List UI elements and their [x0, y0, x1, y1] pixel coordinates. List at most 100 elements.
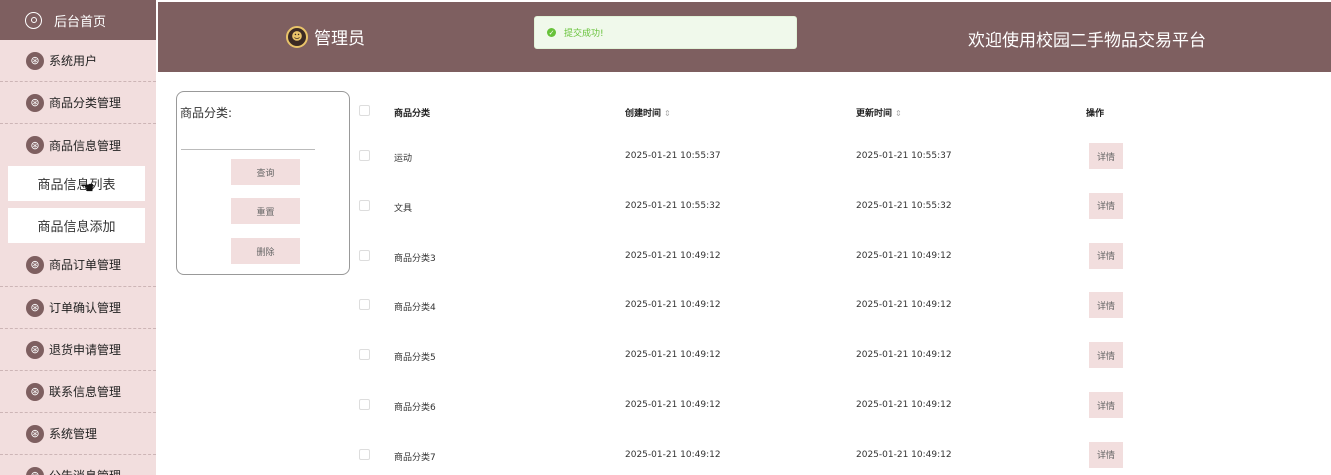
sidebar-item-category-management[interactable]: ⊛ 商品分类管理 — [0, 82, 156, 124]
menu-icon: ⊛ — [26, 255, 44, 274]
sort-icon[interactable]: ⇕ — [895, 109, 902, 118]
cell-category: 文具 — [394, 203, 413, 214]
sidebar-item-label: 系统管理 — [49, 427, 98, 441]
cell-updated: 2025-01-21 10:49:12 — [856, 350, 952, 361]
sidebar-item-order-management[interactable]: ⊛ 商品订单管理 — [0, 243, 156, 287]
sidebar-item-return-request[interactable]: ⊛ 退货申请管理 — [0, 329, 156, 371]
cell-updated: 2025-01-21 10:49:12 — [856, 400, 952, 410]
category-search-input[interactable] — [181, 128, 315, 150]
column-header-actions: 操作 — [1086, 109, 1105, 119]
detail-button[interactable]: 详情 — [1089, 342, 1123, 369]
cell-created: 2025-01-21 10:55:37 — [625, 151, 721, 161]
row-checkbox[interactable] — [359, 199, 370, 211]
sidebar: 后台首页 ⊛ 系统用户 ⊛ 商品分类管理 ⊛ 商品信息管理 商品信息列表 商品信… — [0, 0, 156, 475]
home-icon — [25, 11, 42, 29]
sidebar-item-label: 系统用户 — [49, 54, 98, 68]
row-checkbox[interactable] — [359, 448, 370, 460]
column-header-created-label: 创建时间 — [625, 109, 662, 119]
cell-category: 商品分类4 — [394, 303, 436, 314]
row-checkbox[interactable] — [359, 249, 370, 261]
detail-button[interactable]: 详情 — [1089, 441, 1123, 468]
sidebar-home[interactable]: 后台首页 — [0, 0, 156, 40]
table-row: 商品分类3 2025-01-21 10:49:12 2025-01-21 10:49… — [352, 234, 1322, 278]
site-welcome-title: 欢迎使用校园二手物品交易平台 — [968, 31, 1206, 51]
column-header-updated-label: 更新时间 — [856, 109, 893, 119]
sidebar-item-contact-info[interactable]: ⊛ 联系信息管理 — [0, 371, 156, 413]
row-checkbox[interactable] — [359, 349, 370, 361]
toast-text: 提交成功! — [564, 29, 604, 39]
delete-button[interactable]: 删除 — [231, 238, 300, 264]
sidebar-item-announcement[interactable]: ⊛ 公告消息管理 — [0, 455, 156, 475]
sidebar-item-order-confirm[interactable]: ⊛ 订单确认管理 — [0, 287, 156, 329]
menu-icon: ⊛ — [26, 298, 44, 317]
success-toast: ✓ 提交成功! — [534, 16, 797, 49]
sidebar-item-system-management[interactable]: ⊛ 系统管理 — [0, 413, 156, 455]
table-row: 商品分类7 2025-01-21 10:49:12 2025-01-21 10:49… — [352, 433, 1322, 475]
cell-created: 2025-01-21 10:49:12 — [625, 300, 721, 311]
menu-icon: ⊛ — [26, 466, 44, 475]
menu-icon: ⊛ — [26, 340, 44, 359]
column-header-updated[interactable]: 更新时间 ⇕ — [856, 106, 902, 119]
row-checkbox[interactable] — [359, 399, 370, 410]
category-search-label: 商品分类: — [180, 106, 233, 120]
cell-created: 2025-01-21 10:55:32 — [625, 200, 721, 211]
cell-created: 2025-01-21 10:49:12 — [625, 449, 721, 460]
query-button[interactable]: 查询 — [231, 159, 300, 185]
select-all-checkbox[interactable] — [359, 105, 370, 116]
menu-icon: ⊛ — [26, 51, 44, 70]
sidebar-item-label: 商品分类管理 — [49, 96, 122, 110]
table-row: 商品分类6 2025-01-21 10:49:12 2025-01-21 10:49… — [352, 383, 1322, 427]
cell-created: 2025-01-21 10:49:12 — [625, 250, 721, 261]
table-row: 商品分类4 2025-01-21 10:49:12 2025-01-21 10:49… — [352, 283, 1322, 327]
row-checkbox[interactable] — [359, 150, 370, 161]
sort-icon[interactable]: ⇕ — [664, 109, 671, 118]
cell-category: 商品分类6 — [394, 403, 436, 413]
cell-updated: 2025-01-21 10:49:12 — [856, 449, 952, 460]
admin-info: ☻ 管理员 — [286, 24, 365, 49]
menu-icon: ⊛ — [26, 424, 44, 443]
menu-icon: ⊛ — [26, 136, 44, 154]
sidebar-item-product-management[interactable]: ⊛ 商品信息管理 — [0, 124, 156, 166]
detail-button[interactable]: 详情 — [1089, 292, 1123, 319]
cell-category: 商品分类5 — [394, 353, 436, 364]
table-row: 商品分类5 2025-01-21 10:49:12 2025-01-21 10:49… — [352, 333, 1322, 377]
cell-updated: 2025-01-21 10:49:12 — [856, 250, 952, 261]
sidebar-item-label: 公告消息管理 — [49, 467, 121, 475]
product-submenu: 商品信息列表 商品信息添加 — [0, 166, 156, 243]
sidebar-item-label: 退货申请管理 — [49, 343, 122, 357]
check-circle-icon: ✓ — [547, 28, 556, 37]
table-row: 文具 2025-01-21 10:55:32 2025-01-21 10:55:32… — [352, 184, 1322, 228]
cell-updated: 2025-01-21 10:55:37 — [856, 151, 952, 161]
row-checkbox[interactable] — [359, 299, 370, 311]
hand-cursor-icon: ☚ — [80, 178, 95, 197]
detail-button[interactable]: 详情 — [1089, 192, 1123, 219]
sidebar-subitem-product-add[interactable]: 商品信息添加 — [8, 208, 145, 243]
cell-updated: 2025-01-21 10:55:32 — [856, 200, 952, 211]
cell-category: 商品分类7 — [394, 452, 436, 463]
sidebar-item-label: 商品订单管理 — [49, 258, 122, 272]
table-row: 运动 2025-01-21 10:55:37 2025-01-21 10:55:37… — [352, 134, 1322, 178]
sidebar-item-label: 联系信息管理 — [49, 385, 122, 399]
menu-icon: ⊛ — [26, 382, 44, 401]
admin-label: 管理员 — [314, 29, 365, 49]
cell-updated: 2025-01-21 10:49:12 — [856, 300, 952, 311]
menu-icon: ⊛ — [26, 93, 44, 112]
sidebar-subitem-product-list[interactable]: 商品信息列表 — [8, 166, 145, 201]
cell-category: 商品分类3 — [394, 253, 436, 264]
cell-created: 2025-01-21 10:49:12 — [625, 350, 721, 361]
reset-button[interactable]: 重置 — [231, 198, 300, 224]
detail-button[interactable]: 详情 — [1089, 143, 1123, 169]
avatar: ☻ — [286, 25, 308, 48]
cell-category: 运动 — [394, 154, 413, 164]
sidebar-item-system-users[interactable]: ⊛ 系统用户 — [0, 40, 156, 82]
search-panel: 商品分类: 查询 重置 删除 — [176, 91, 350, 275]
detail-button[interactable]: 详情 — [1089, 242, 1123, 269]
detail-button[interactable]: 详情 — [1089, 392, 1123, 418]
cell-created: 2025-01-21 10:49:12 — [625, 400, 721, 410]
sidebar-item-label: 商品信息管理 — [49, 138, 122, 153]
column-header-created[interactable]: 创建时间 ⇕ — [625, 106, 671, 119]
table-header-row: 商品分类 创建时间 ⇕ 更新时间 ⇕ 操作 — [352, 90, 1322, 134]
top-header: ☻ 管理员 ✓ 提交成功! 欢迎使用校园二手物品交易平台 — [158, 2, 1331, 72]
sidebar-item-label: 订单确认管理 — [49, 301, 122, 315]
column-header-category: 商品分类 — [394, 109, 431, 119]
